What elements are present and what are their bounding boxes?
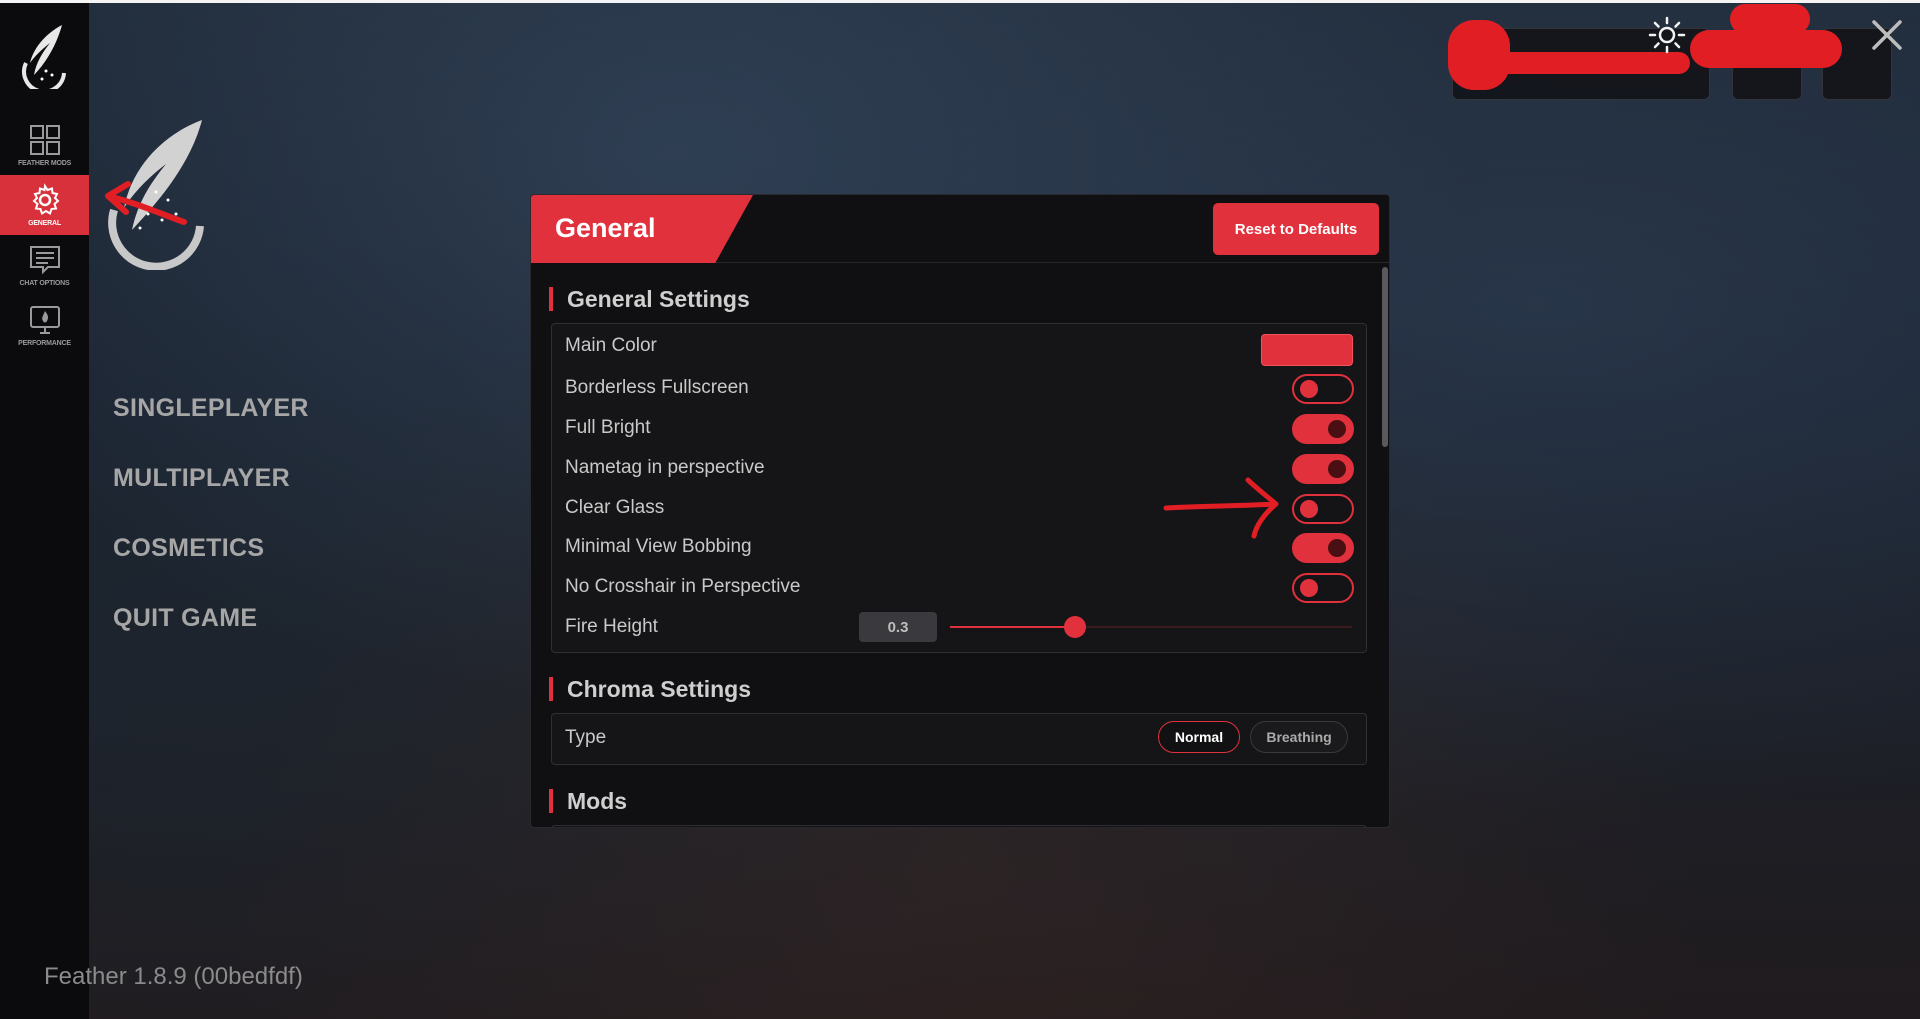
setting-label: Fire Height — [565, 616, 658, 637]
no-crosshair-toggle[interactable] — [1292, 573, 1354, 603]
setting-row-minimal-view-bobbing: Minimal View Bobbing — [552, 528, 1366, 566]
setting-label: Clear Glass — [565, 497, 665, 518]
setting-label: Main Color — [565, 335, 657, 356]
gear-icon — [32, 183, 59, 216]
mods-group — [551, 825, 1367, 827]
setting-label: Full Bright — [565, 417, 651, 438]
fire-height-value[interactable]: 0.3 — [859, 612, 937, 642]
main-color-picker[interactable] — [1261, 334, 1353, 366]
minimal-view-bobbing-toggle[interactable] — [1292, 533, 1354, 563]
toggle-knob — [1300, 380, 1318, 398]
setting-label: Type — [565, 727, 607, 748]
panel-title: General — [555, 213, 656, 243]
menu-cosmetics[interactable]: COSMETICS — [113, 534, 264, 563]
top-border — [0, 0, 1920, 3]
sidebar: FEATHER MODS GENERAL CHAT OPTIONS PERFOR… — [0, 3, 89, 1019]
menu-multiplayer[interactable]: MULTIPLAYER — [113, 464, 290, 493]
setting-row-clear-glass: Clear Glass — [552, 489, 1366, 527]
sidebar-item-label: GENERAL — [28, 220, 61, 227]
feather-client-logo — [108, 120, 204, 270]
panel-header: General Reset to Defaults — [531, 195, 1389, 263]
menu-quit-game[interactable]: QUIT GAME — [113, 604, 257, 633]
chroma-settings-group: Type Normal Breathing — [551, 713, 1367, 765]
setting-row-nametag-perspective: Nametag in perspective — [552, 449, 1366, 487]
menu-singleplayer[interactable]: SINGLEPLAYER — [113, 394, 309, 423]
sun-icon[interactable] — [1648, 16, 1686, 54]
close-icon[interactable] — [1870, 18, 1904, 52]
sidebar-item-feather-mods[interactable]: FEATHER MODS — [0, 115, 89, 175]
setting-label: Minimal View Bobbing — [565, 536, 752, 557]
sidebar-item-general[interactable]: GENERAL — [0, 175, 89, 235]
setting-label: No Crosshair in Perspective — [565, 576, 801, 597]
chroma-type-normal[interactable]: Normal — [1158, 721, 1240, 753]
redaction-scribble — [1460, 52, 1690, 74]
borderless-fullscreen-toggle[interactable] — [1292, 374, 1354, 404]
full-bright-toggle[interactable] — [1292, 414, 1354, 444]
setting-row-no-crosshair: No Crosshair in Perspective — [552, 568, 1366, 606]
toggle-knob — [1328, 420, 1346, 438]
toggle-knob — [1300, 579, 1318, 597]
toggle-knob — [1300, 500, 1318, 518]
setting-row-full-bright: Full Bright — [552, 409, 1366, 447]
redaction-scribble — [1730, 4, 1810, 34]
general-settings-group: Main Color Borderless Fullscreen Full Br… — [551, 323, 1367, 653]
toggle-knob — [1328, 539, 1346, 557]
sidebar-item-chat-options[interactable]: CHAT OPTIONS — [0, 235, 89, 295]
sidebar-item-performance[interactable]: PERFORMANCE — [0, 295, 89, 355]
slider-thumb[interactable] — [1063, 616, 1086, 638]
nametag-perspective-toggle[interactable] — [1292, 454, 1354, 484]
setting-row-chroma-type: Type — [552, 719, 1366, 757]
chroma-type-breathing[interactable]: Breathing — [1250, 721, 1348, 753]
slider-fill — [950, 626, 1075, 628]
sidebar-item-label: FEATHER MODS — [17, 160, 72, 167]
setting-row-fire-height: Fire Height 0.3 — [552, 608, 1366, 646]
clear-glass-toggle[interactable] — [1292, 494, 1354, 524]
panel-title-tab: General — [531, 195, 753, 263]
setting-row-borderless-fullscreen: Borderless Fullscreen — [552, 369, 1366, 407]
setting-row-main-color: Main Color — [552, 327, 1366, 366]
version-label: Feather 1.8.9 (00bedfdf) — [44, 963, 303, 990]
toggle-knob — [1328, 460, 1346, 478]
section-title-mods: Mods — [549, 789, 627, 813]
feather-logo-icon[interactable] — [20, 23, 70, 89]
monitor-flame-icon — [29, 306, 60, 334]
fire-height-slider[interactable] — [950, 616, 1352, 638]
grid-icon — [29, 125, 60, 155]
setting-label: Borderless Fullscreen — [565, 377, 749, 398]
setting-label: Nametag in perspective — [565, 457, 765, 478]
settings-panel: General Reset to Defaults General Settin… — [530, 194, 1390, 828]
scrollbar[interactable] — [1382, 267, 1388, 447]
chat-icon — [29, 246, 60, 275]
reset-defaults-button[interactable]: Reset to Defaults — [1213, 203, 1379, 255]
sidebar-item-label: CHAT OPTIONS — [19, 280, 70, 287]
section-title-chroma: Chroma Settings — [549, 677, 751, 701]
sidebar-item-label: PERFORMANCE — [18, 340, 71, 347]
section-title-general: General Settings — [549, 287, 750, 311]
redaction-scribble — [1690, 30, 1842, 68]
